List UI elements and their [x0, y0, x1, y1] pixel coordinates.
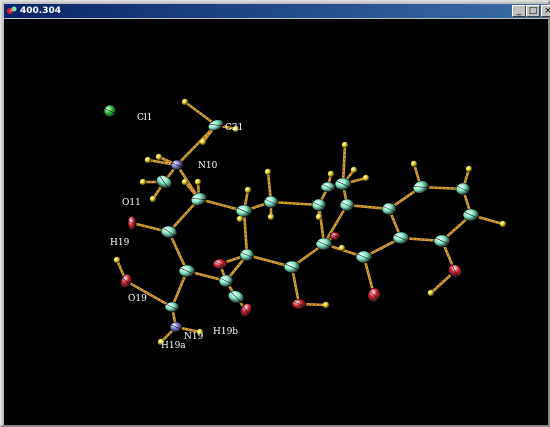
- ortep-app-icon: [7, 6, 17, 14]
- atom-label-n19: N19: [184, 332, 204, 342]
- atom-label-h19b: H19b: [213, 327, 239, 337]
- atom-h31: [410, 160, 418, 168]
- molecule-drawing: [103, 98, 507, 346]
- atom-h23: [315, 213, 323, 221]
- atom-h34: [427, 289, 435, 297]
- atom-h10b: [155, 153, 163, 161]
- atom-h10d: [149, 195, 157, 203]
- atom-h11: [181, 178, 189, 186]
- atom-h18a: [244, 186, 252, 194]
- atom-label-h19a: H19a: [161, 341, 186, 351]
- atom-label-o11: O11: [122, 198, 141, 208]
- atom-h20a: [264, 168, 272, 176]
- atom-h21c: [199, 138, 207, 146]
- atom-label-o19: O19: [128, 294, 147, 304]
- atom-label-h19: H19: [110, 238, 130, 248]
- atom-h33: [499, 220, 507, 228]
- atom-h27: [338, 244, 346, 252]
- maximize-button[interactable]: □: [526, 5, 540, 17]
- atom-h25a: [341, 141, 349, 149]
- atom-h20b: [267, 213, 275, 221]
- minimize-button[interactable]: _: [512, 5, 526, 17]
- molecule-viewport[interactable]: Cl1 C21 N10 O11 H19 O19 N19 H19a H19b: [4, 19, 548, 425]
- atom-h22: [322, 301, 330, 309]
- atom-label-c21: C21: [225, 123, 244, 133]
- atom-h18b: [236, 215, 244, 223]
- atom-h32: [465, 165, 473, 173]
- atom-label-n10: N10: [198, 161, 218, 171]
- window-title: 400.304: [20, 6, 61, 16]
- atom-h19: [113, 256, 121, 264]
- atom-h21a: [181, 98, 189, 106]
- atom-h10c: [139, 178, 147, 186]
- atom-label-cl1: Cl1: [137, 113, 153, 123]
- atom-h10a: [144, 156, 152, 164]
- close-button[interactable]: ×: [541, 5, 550, 17]
- atom-h24: [327, 170, 335, 178]
- app-window: 400.304 _ □ × Cl1 C21 N10 O11 H19 O19 N1…: [0, 0, 550, 427]
- atom-h25b: [362, 174, 370, 182]
- title-bar[interactable]: 400.304 _ □ ×: [4, 4, 550, 18]
- atom-h25c: [350, 166, 358, 174]
- atom-h11b: [194, 178, 202, 186]
